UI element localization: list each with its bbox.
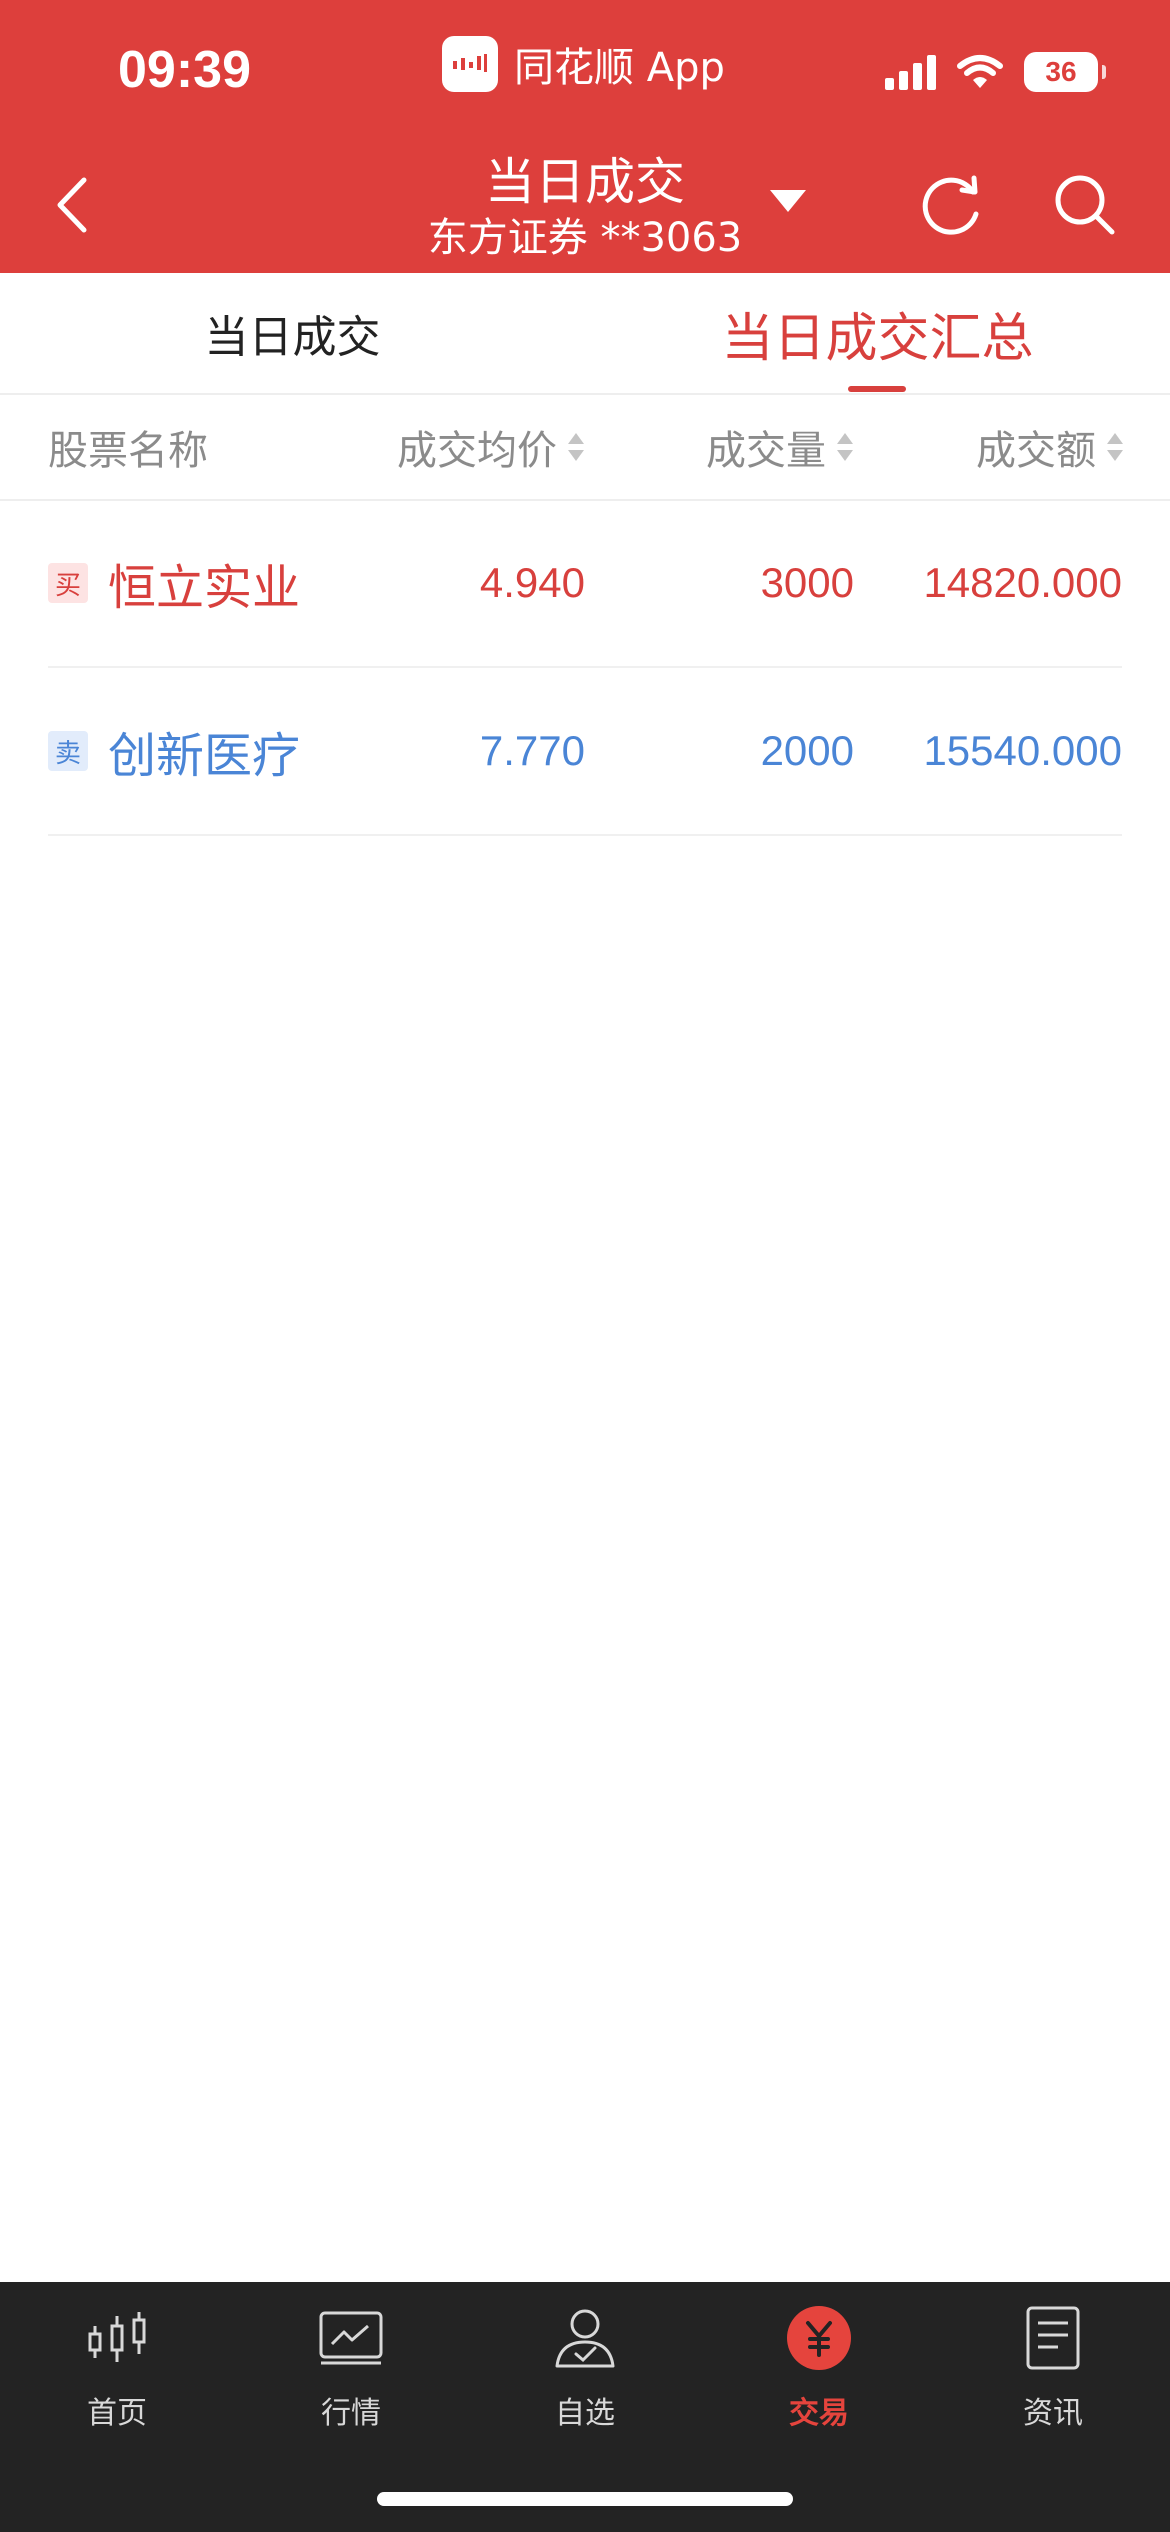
tabbar-item-trade[interactable]: 交易 [702,2302,936,2442]
search-icon[interactable] [1050,170,1120,240]
yuan-trade-icon [783,2302,855,2374]
sort-icon [568,433,584,461]
sort-icon [837,433,853,461]
app-logo-icon [442,36,498,92]
tabbar-item-market[interactable]: 行情 [234,2302,468,2442]
refresh-icon[interactable] [918,170,988,240]
wifi-icon [957,55,1003,88]
table-header: 股票名称 成交均价 成交量 成交额 [0,395,1170,501]
dropdown-arrow-icon[interactable] [770,190,806,214]
market-chart-icon [315,2302,387,2374]
trade-side-badge: 买 [48,563,88,603]
tabbar-item-news[interactable]: 资讯 [936,2302,1170,2442]
tab-bar: 当日成交 当日成交汇总 [0,273,1170,395]
trade-amount: 15540.000 [923,727,1122,774]
tab-daily-trades-summary[interactable]: 当日成交汇总 [585,273,1170,393]
candlestick-icon [81,2302,153,2374]
trade-amount: 14820.000 [923,559,1122,606]
table-row[interactable]: 买 恒立实业 4.940 3000 14820.000 [48,500,1122,668]
status-time: 09:39 [118,41,251,99]
stock-name: 恒立实业 [108,560,301,616]
avg-price: 7.770 [479,727,585,774]
page-title: 当日成交 [485,153,685,211]
tab-daily-trades[interactable]: 当日成交 [0,273,585,393]
tabbar-item-home[interactable]: 首页 [0,2302,234,2442]
home-indicator[interactable] [377,2492,793,2506]
column-header-volume[interactable]: 成交量 [706,395,854,499]
trade-volume: 3000 [760,559,854,606]
column-header-avg-price[interactable]: 成交均价 [397,395,585,499]
active-tab-indicator [848,386,906,392]
user-watchlist-icon [549,2302,621,2374]
tabbar-item-watchlist[interactable]: 自选 [468,2302,702,2442]
battery-indicator: 36 [1024,52,1106,92]
column-header-stock-name: 股票名称 [48,428,208,474]
back-to-app-badge[interactable]: 同花顺 App [442,36,725,92]
cellular-signal-icon [885,54,936,90]
avg-price: 4.940 [479,559,585,606]
account-selector[interactable]: 东方证券 **3063 [0,205,1170,263]
news-document-icon [1017,2302,1089,2374]
top-header: 09:39 同花顺 App 36 当日成交 东方证券 **3063 [0,0,1170,273]
table-row[interactable]: 卖 创新医疗 7.770 2000 15540.000 [48,668,1122,836]
column-header-amount[interactable]: 成交额 [976,395,1124,499]
status-indicators: 36 [885,52,1106,92]
stock-name: 创新医疗 [108,728,301,784]
trade-side-badge: 卖 [48,731,88,771]
trade-volume: 2000 [760,727,854,774]
sort-icon [1107,433,1123,461]
app-name: 同花顺 App [514,45,725,91]
